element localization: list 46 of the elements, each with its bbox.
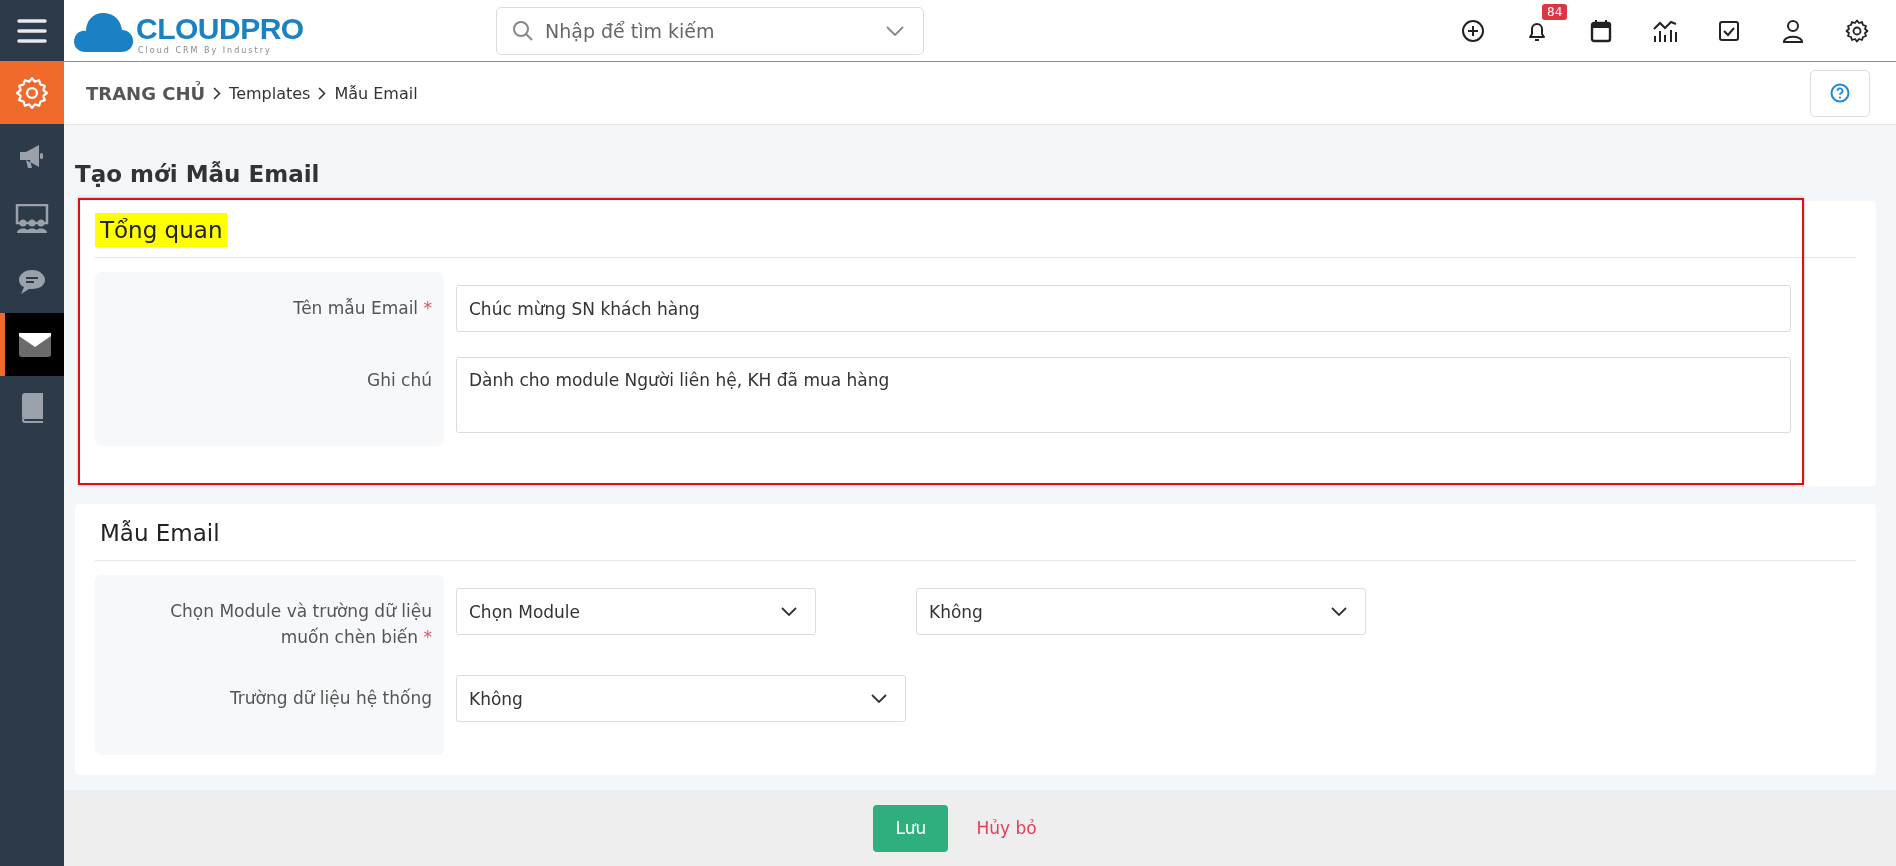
section-title: Tổng quan — [95, 213, 228, 247]
select-field[interactable]: Không — [916, 588, 1366, 635]
user-icon — [1782, 18, 1804, 43]
breadcrumb-link[interactable]: Mẫu Email — [334, 83, 418, 103]
cancel-link[interactable]: Hủy bỏ — [976, 818, 1037, 838]
breadcrumb-link[interactable]: Templates — [229, 83, 311, 103]
calendar-icon — [1590, 18, 1612, 43]
text-area[interactable]: Dành cho module Người liên hệ, KH đã mua hàng — [456, 357, 1791, 433]
required-mark: * — [423, 627, 432, 647]
search-icon — [512, 19, 534, 42]
chevron-down-icon — [886, 25, 904, 36]
chevron-down-icon — [871, 694, 887, 703]
chevron-right-icon — [213, 86, 222, 100]
required-mark: * — [423, 298, 432, 318]
search-field[interactable]: Nhập để tìm kiếm — [496, 6, 924, 55]
plus-circle-icon — [1461, 18, 1485, 43]
chart-icon — [1652, 18, 1678, 43]
logo-name: CLOUDPRO — [136, 14, 304, 44]
sidebar-item[interactable] — [0, 313, 64, 376]
envelope-icon — [18, 332, 51, 357]
menu-button[interactable] — [0, 0, 64, 61]
field-label: Chọn Module và trường dữ liệu muốn chèn biến * — [170, 601, 432, 647]
select-field[interactable]: Chọn Module — [456, 588, 816, 635]
menu-icon — [16, 17, 48, 44]
chevron-right-icon — [318, 86, 327, 100]
logo-tagline: Cloud CRM By Industry — [138, 46, 273, 55]
chat-icon — [17, 267, 47, 296]
settings-icon — [15, 76, 49, 110]
help-icon — [1830, 83, 1850, 103]
help-button[interactable] — [1810, 69, 1870, 117]
field-label: Trường dữ liệu hệ thống — [229, 688, 432, 708]
breadcrumb-link[interactable]: TRANG CHỦ — [86, 82, 206, 104]
notification-badge: 84 — [1542, 3, 1568, 20]
meeting-icon — [15, 203, 49, 234]
book-icon — [19, 392, 45, 423]
input-field[interactable]: Chúc mừng SN khách hàng — [456, 285, 1791, 332]
checkbox-icon — [1718, 19, 1740, 42]
section-title: Mẫu Email — [99, 519, 221, 548]
select-field[interactable]: Không — [456, 675, 906, 722]
settings-icon — [1845, 18, 1869, 43]
chevron-down-icon — [1331, 607, 1347, 616]
chevron-down-icon — [781, 607, 797, 616]
module-tile[interactable] — [0, 62, 64, 124]
field-label: Ghi chú — [367, 370, 432, 390]
field-label: Tên mẫu Email * — [293, 298, 432, 318]
page-title: Tạo mới Mẫu Email — [75, 161, 321, 187]
